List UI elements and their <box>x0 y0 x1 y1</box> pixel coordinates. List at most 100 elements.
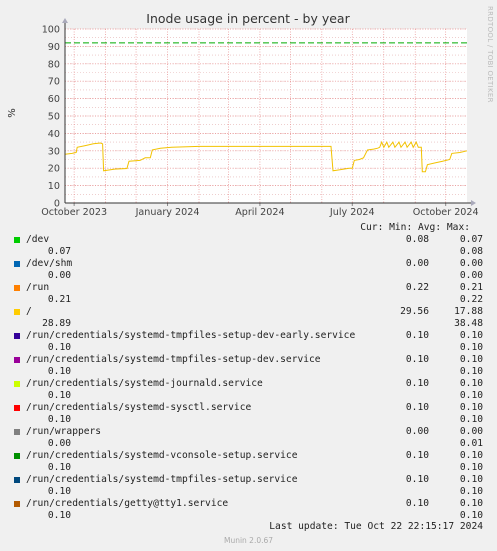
legend-label: /dev/shm <box>26 258 73 269</box>
legend-row: /dev/shm 0.00 0.00 0.00 0.00 <box>0 258 497 282</box>
legend-row: /run 0.22 0.21 0.21 0.22 <box>0 282 497 306</box>
legend-value-min: 0.10 <box>459 474 483 485</box>
legend-swatch <box>14 333 20 339</box>
legend-value-max: 0.01 <box>459 438 483 449</box>
legend-row: /run/credentials/systemd-sysctl.service 0… <box>0 402 497 426</box>
legend-label: /run/credentials/systemd-sysctl.service <box>26 402 252 413</box>
legend-value-avg: 0.10 <box>47 366 71 377</box>
legend-value-cur: 0.00 <box>405 258 429 269</box>
legend-value-cur: 0.10 <box>405 474 429 485</box>
legend-value-min: 17.88 <box>454 306 483 317</box>
legend-value-min: 0.00 <box>459 258 483 269</box>
y-tick-label: 60 <box>48 94 60 105</box>
legend-label: /run/credentials/systemd-tmpfiles-setup.… <box>26 474 298 485</box>
rrdtool-watermark: RRDTOOL / TOBI OETIKER <box>486 6 494 103</box>
y-tick-label: 80 <box>48 59 60 70</box>
legend-swatch <box>14 405 20 411</box>
y-tick-label: 30 <box>48 146 60 157</box>
legend-value-avg: 0.00 <box>47 438 71 449</box>
legend-value-cur: 0.00 <box>405 426 429 437</box>
legend-label: /run/credentials/systemd-tmpfiles-setup-… <box>26 330 356 341</box>
chart: 0102030405060708090100 October 2023 Janua… <box>0 0 497 222</box>
legend-value-cur: 0.10 <box>405 450 429 461</box>
legend-swatch <box>14 501 20 507</box>
legend-row: /run/wrappers 0.00 0.00 0.00 0.01 <box>0 426 497 450</box>
legend-label: /run/credentials/getty@tty1.service <box>26 498 229 509</box>
legend-value-max: 0.00 <box>459 270 483 281</box>
legend-value-avg: 0.10 <box>47 510 71 521</box>
x-tick-label: October 2023 <box>41 207 107 218</box>
legend-value-cur: 0.10 <box>405 354 429 365</box>
legend-value-cur: 0.08 <box>405 234 429 245</box>
legend-label: /run/wrappers <box>26 426 102 437</box>
legend-swatch <box>14 357 20 363</box>
legend-swatch <box>14 477 20 483</box>
legend-value-min: 0.10 <box>459 378 483 389</box>
legend-value-cur: 0.10 <box>405 402 429 413</box>
legend-value-cur: 0.22 <box>405 282 429 293</box>
y-tick-label: 20 <box>48 164 60 175</box>
legend-value-avg: 0.10 <box>47 342 71 353</box>
y-tick-label: 100 <box>42 25 60 36</box>
x-tick-label: October 2024 <box>413 207 479 218</box>
legend-rows: /dev 0.08 0.07 0.07 0.08/dev/shm 0.00 0.00 0.00… <box>0 234 497 522</box>
y-tick-label: 90 <box>48 42 60 53</box>
legend-value-min: 0.10 <box>459 402 483 413</box>
legend-value-avg: 0.10 <box>47 462 71 473</box>
legend-row: /run/credentials/getty@tty1.service 0.10 0… <box>0 498 497 522</box>
legend-row: /run/credentials/systemd-tmpfiles-setup-… <box>0 330 497 354</box>
legend-value-min: 0.21 <box>459 282 483 293</box>
legend-value-min: 0.10 <box>459 330 483 341</box>
y-axis-label: % <box>7 108 18 118</box>
legend-label: /dev <box>26 234 50 245</box>
legend-value-avg: 0.00 <box>47 270 71 281</box>
legend-label: /run/credentials/systemd-journald.servic… <box>26 378 263 389</box>
legend-row: /run/credentials/systemd-vconsole-setup.… <box>0 450 497 474</box>
legend-columns-label: Cur: Min: Avg: Max: <box>360 222 470 233</box>
legend-value-max: 38.48 <box>454 318 483 329</box>
legend-row: /run/credentials/systemd-tmpfiles-setup.… <box>0 474 497 498</box>
legend-label: /run/credentials/systemd-vconsole-setup.… <box>26 450 298 461</box>
legend-value-min: 0.07 <box>459 234 483 245</box>
legend-value-max: 0.10 <box>459 366 483 377</box>
x-tick-label: July 2024 <box>329 207 375 218</box>
legend-value-avg: 0.10 <box>47 486 71 497</box>
munin-version: Munin 2.0.67 <box>223 536 274 545</box>
legend-value-max: 0.08 <box>459 246 483 257</box>
legend-value-max: 0.10 <box>459 390 483 401</box>
chart-title: Inode usage in percent - by year <box>146 11 350 26</box>
legend-swatch <box>14 381 20 387</box>
legend-value-avg: 28.89 <box>42 318 71 329</box>
legend-value-min: 0.10 <box>459 450 483 461</box>
y-tick-label: 10 <box>48 181 60 192</box>
legend-value-avg: 0.07 <box>47 246 71 257</box>
legend-label: /run <box>26 282 50 293</box>
y-tick-label: 50 <box>48 112 60 123</box>
legend-swatch <box>14 309 20 315</box>
legend-value-max: 0.10 <box>459 414 483 425</box>
legend-label: /run/credentials/systemd-tmpfiles-setup-… <box>26 354 321 365</box>
legend-swatch <box>14 429 20 435</box>
legend-value-cur: 0.10 <box>405 378 429 389</box>
legend-row: /run/credentials/systemd-tmpfiles-setup-… <box>0 354 497 378</box>
legend-value-max: 0.10 <box>459 342 483 353</box>
legend-value-max: 0.10 <box>459 462 483 473</box>
legend-header: Cur: Min: Avg: Max: <box>0 222 497 234</box>
last-update: Last update: Tue Oct 22 22:15:17 2024 <box>269 521 483 532</box>
y-tick-label: 40 <box>48 129 60 140</box>
legend-value-avg: 0.21 <box>47 294 71 305</box>
legend-row: /run/credentials/systemd-journald.servic… <box>0 378 497 402</box>
legend-row: / 29.56 17.88 28.89 38.48 <box>0 306 497 330</box>
legend-swatch <box>14 453 20 459</box>
legend-value-min: 0.10 <box>459 498 483 509</box>
legend-swatch <box>14 261 20 267</box>
legend-value-cur: 0.10 <box>405 498 429 509</box>
legend-value-max: 0.10 <box>459 486 483 497</box>
legend-value-min: 0.00 <box>459 426 483 437</box>
legend: Cur: Min: Avg: Max: /dev 0.08 0.07 0.07 0.08… <box>0 222 497 522</box>
x-tick-label: April 2024 <box>235 207 284 218</box>
y-tick-label: 70 <box>48 77 60 88</box>
legend-swatch <box>14 285 20 291</box>
legend-value-cur: 29.56 <box>400 306 429 317</box>
legend-value-max: 0.22 <box>459 294 483 305</box>
